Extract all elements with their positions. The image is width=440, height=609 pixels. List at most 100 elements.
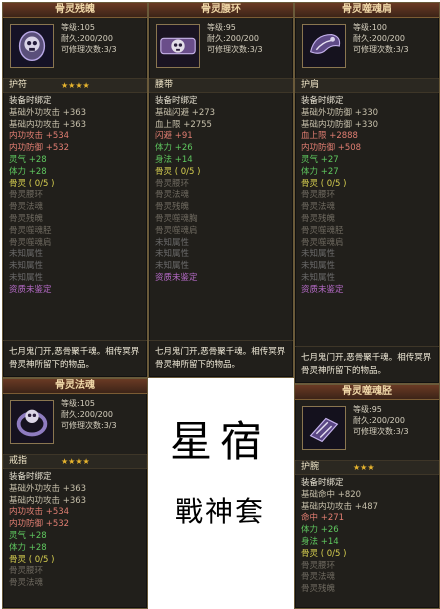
item-stats: 装备时绑定 基础外功攻击 +363 基础内功攻击 +363 内功攻击 +534 内功防… <box>3 469 147 593</box>
star-rating: ★★★★ <box>61 457 90 466</box>
item-lore: 七月鬼门开,恶骨聚千魂。相传冥界骨灵神所留下的物品。 <box>3 340 147 377</box>
item-durability: 耐久:200/200 <box>61 34 113 43</box>
stat-line: 体力 +26 <box>301 525 339 536</box>
stat-line: 骨灵 ( 0/5 ) <box>9 178 55 189</box>
stat-line: 骨灵噬魂肩 <box>155 225 198 236</box>
stat-line: 内功防御 +508 <box>301 143 362 154</box>
item-level: 等级:100 <box>353 23 387 32</box>
item-header: 等级:100 耐久:200/200 可修理次数:3/3 <box>295 18 439 79</box>
item-info: 等级:105 耐久:200/200 可修理次数:3/3 <box>61 398 117 431</box>
stat-line: 体力 +26 <box>155 143 193 154</box>
item-type-bar: 护肩 <box>295 79 439 93</box>
shoulder-pad-icon <box>302 24 346 68</box>
stat-line: 基础内功攻击 +363 <box>9 119 87 130</box>
item-level: 等级:95 <box>353 405 382 414</box>
item-type: 腰带 <box>155 80 174 90</box>
item-tooltip-shoulder: 骨灵噬魂肩 等级:100 耐久:200/200 可修理次数:3/3 护肩 装备时… <box>294 2 440 384</box>
stat-line: 基础内功攻击 +363 <box>9 495 87 506</box>
stat-line: 灵气 +27 <box>301 154 339 165</box>
item-type: 护腕 <box>301 462 320 472</box>
stat-line: 未知属性 <box>9 249 44 260</box>
item-durability: 耐久:200/200 <box>353 416 405 425</box>
stat-line: 基础命中 +820 <box>301 489 362 500</box>
stat-line: 骨灵法魂 <box>301 572 336 583</box>
stat-line: 未知属性 <box>9 272 44 283</box>
item-info: 等级:95 耐久:200/200 可修理次数:3/3 <box>207 22 263 55</box>
item-durability: 耐久:200/200 <box>353 34 405 43</box>
item-lore: 七月鬼门开,恶骨聚千魂。相传冥界骨灵神所留下的物品。 <box>295 346 439 383</box>
item-info: 等级:105 耐久:200/200 可修理次数:3/3 <box>61 22 117 55</box>
stat-line: 血上限 +2888 <box>301 131 358 142</box>
stat-line: 内功攻击 +534 <box>9 131 70 142</box>
skull-ring-icon <box>10 400 54 444</box>
stat-line: 未知属性 <box>155 237 190 248</box>
item-durability: 耐久:200/200 <box>61 410 113 419</box>
stat-line: 骨灵残魄 <box>155 202 190 213</box>
item-level: 等级:95 <box>207 23 236 32</box>
stat-line: 骨灵 ( 0/5 ) <box>155 166 201 177</box>
item-level: 等级:105 <box>61 399 95 408</box>
stat-line: 未知属性 <box>9 261 44 272</box>
item-type-bar: 护符 ★★★★ <box>3 79 147 93</box>
stat-line: 内功防御 +532 <box>9 143 70 154</box>
caption-title: 星宿 <box>169 417 270 466</box>
item-stats: 装备时绑定 基础外功防御 +330 基础内功防御 +330 血上限 +2888 内功防… <box>295 93 439 300</box>
stat-line: 骨灵 ( 0/5 ) <box>9 554 55 565</box>
stat-line: 骨灵腰环 <box>301 560 336 571</box>
stat-line: 身法 +14 <box>301 536 339 547</box>
skull-amulet-icon <box>10 24 54 68</box>
item-title: 骨灵残魄 <box>3 3 147 18</box>
item-header: 等级:105 耐久:200/200 可修理次数:3/3 <box>3 18 147 79</box>
stat-line: 骨灵残魄 <box>9 213 44 224</box>
item-info: 等级:95 耐久:200/200 可修理次数:3/3 <box>353 404 409 437</box>
stat-line: 资质未鉴定 <box>301 284 344 295</box>
bind-status: 装备时绑定 <box>301 96 344 106</box>
bind-status: 装备时绑定 <box>155 96 198 106</box>
item-tooltip-amulet: 骨灵残魄 等级:105 耐久:200/200 可修理次数:3/3 护符 ★★★★… <box>2 2 148 378</box>
stat-line: 骨灵腰环 <box>9 190 44 201</box>
item-header: 等级:95 耐久:200/200 可修理次数:3/3 <box>295 400 439 461</box>
stat-line: 骨灵残魄 <box>301 584 336 595</box>
item-repairs: 可修理次数:3/3 <box>353 427 409 436</box>
stat-line: 骨灵噬魂胫 <box>9 225 52 236</box>
item-type: 护肩 <box>301 80 320 90</box>
item-repairs: 可修理次数:3/3 <box>61 421 117 430</box>
stat-line: 骨灵 ( 0/5 ) <box>301 548 347 559</box>
bind-status: 装备时绑定 <box>301 478 344 488</box>
stat-line: 内功攻击 +534 <box>9 507 70 518</box>
stat-line: 未知属性 <box>155 249 190 260</box>
stat-line: 骨灵法魂 <box>301 202 336 213</box>
stat-line: 基础外功攻击 +363 <box>9 107 87 118</box>
stat-line: 骨灵噬魂肩 <box>301 237 344 248</box>
bind-status: 装备时绑定 <box>9 96 52 106</box>
stat-line: 血上限 +2755 <box>155 119 212 130</box>
stat-line: 基础外功攻击 +363 <box>9 483 87 494</box>
item-lore: 七月鬼门开,恶骨聚千魂。相传冥界骨灵神所留下的物品。 <box>149 340 293 377</box>
item-durability: 耐久:200/200 <box>207 34 259 43</box>
stat-line: 未知属性 <box>301 261 336 272</box>
stat-line: 骨灵噬魂胫 <box>301 225 344 236</box>
stat-line: 体力 +28 <box>9 166 47 177</box>
stat-line: 骨灵法魂 <box>9 578 44 589</box>
item-type: 护符 <box>9 80 28 90</box>
stat-line: 内功防御 +532 <box>9 519 70 530</box>
stat-line: 身法 +14 <box>155 154 193 165</box>
stat-line: 骨灵法魂 <box>155 190 190 201</box>
skull-belt-icon <box>156 24 200 68</box>
item-header: 等级:105 耐久:200/200 可修理次数:3/3 <box>3 394 147 455</box>
stat-list: 基础外功攻击 +363 基础内功攻击 +363 内功攻击 +534 内功防御 +532… <box>9 108 141 297</box>
set-caption: 星宿 戰神套 <box>150 378 290 607</box>
stat-line: 命中 +271 <box>301 513 345 524</box>
stat-line: 资质未鉴定 <box>9 284 52 295</box>
item-level: 等级:105 <box>61 23 95 32</box>
item-tooltip-belt: 骨灵腰环 等级:95 耐久:200/200 可修理次数:3/3 腰带 装备时绑定… <box>148 2 294 378</box>
stat-line: 体力 +27 <box>301 166 339 177</box>
item-repairs: 可修理次数:3/3 <box>61 45 117 54</box>
stat-line: 骨灵腰环 <box>301 190 336 201</box>
stat-line: 体力 +28 <box>9 542 47 553</box>
stat-line: 骨灵 ( 0/5 ) <box>301 178 347 189</box>
stat-line: 骨灵噬魂胸 <box>155 213 198 224</box>
bind-status: 装备时绑定 <box>9 472 52 482</box>
item-title: 骨灵腰环 <box>149 3 293 18</box>
stat-line: 基础内功攻击 +487 <box>301 501 379 512</box>
